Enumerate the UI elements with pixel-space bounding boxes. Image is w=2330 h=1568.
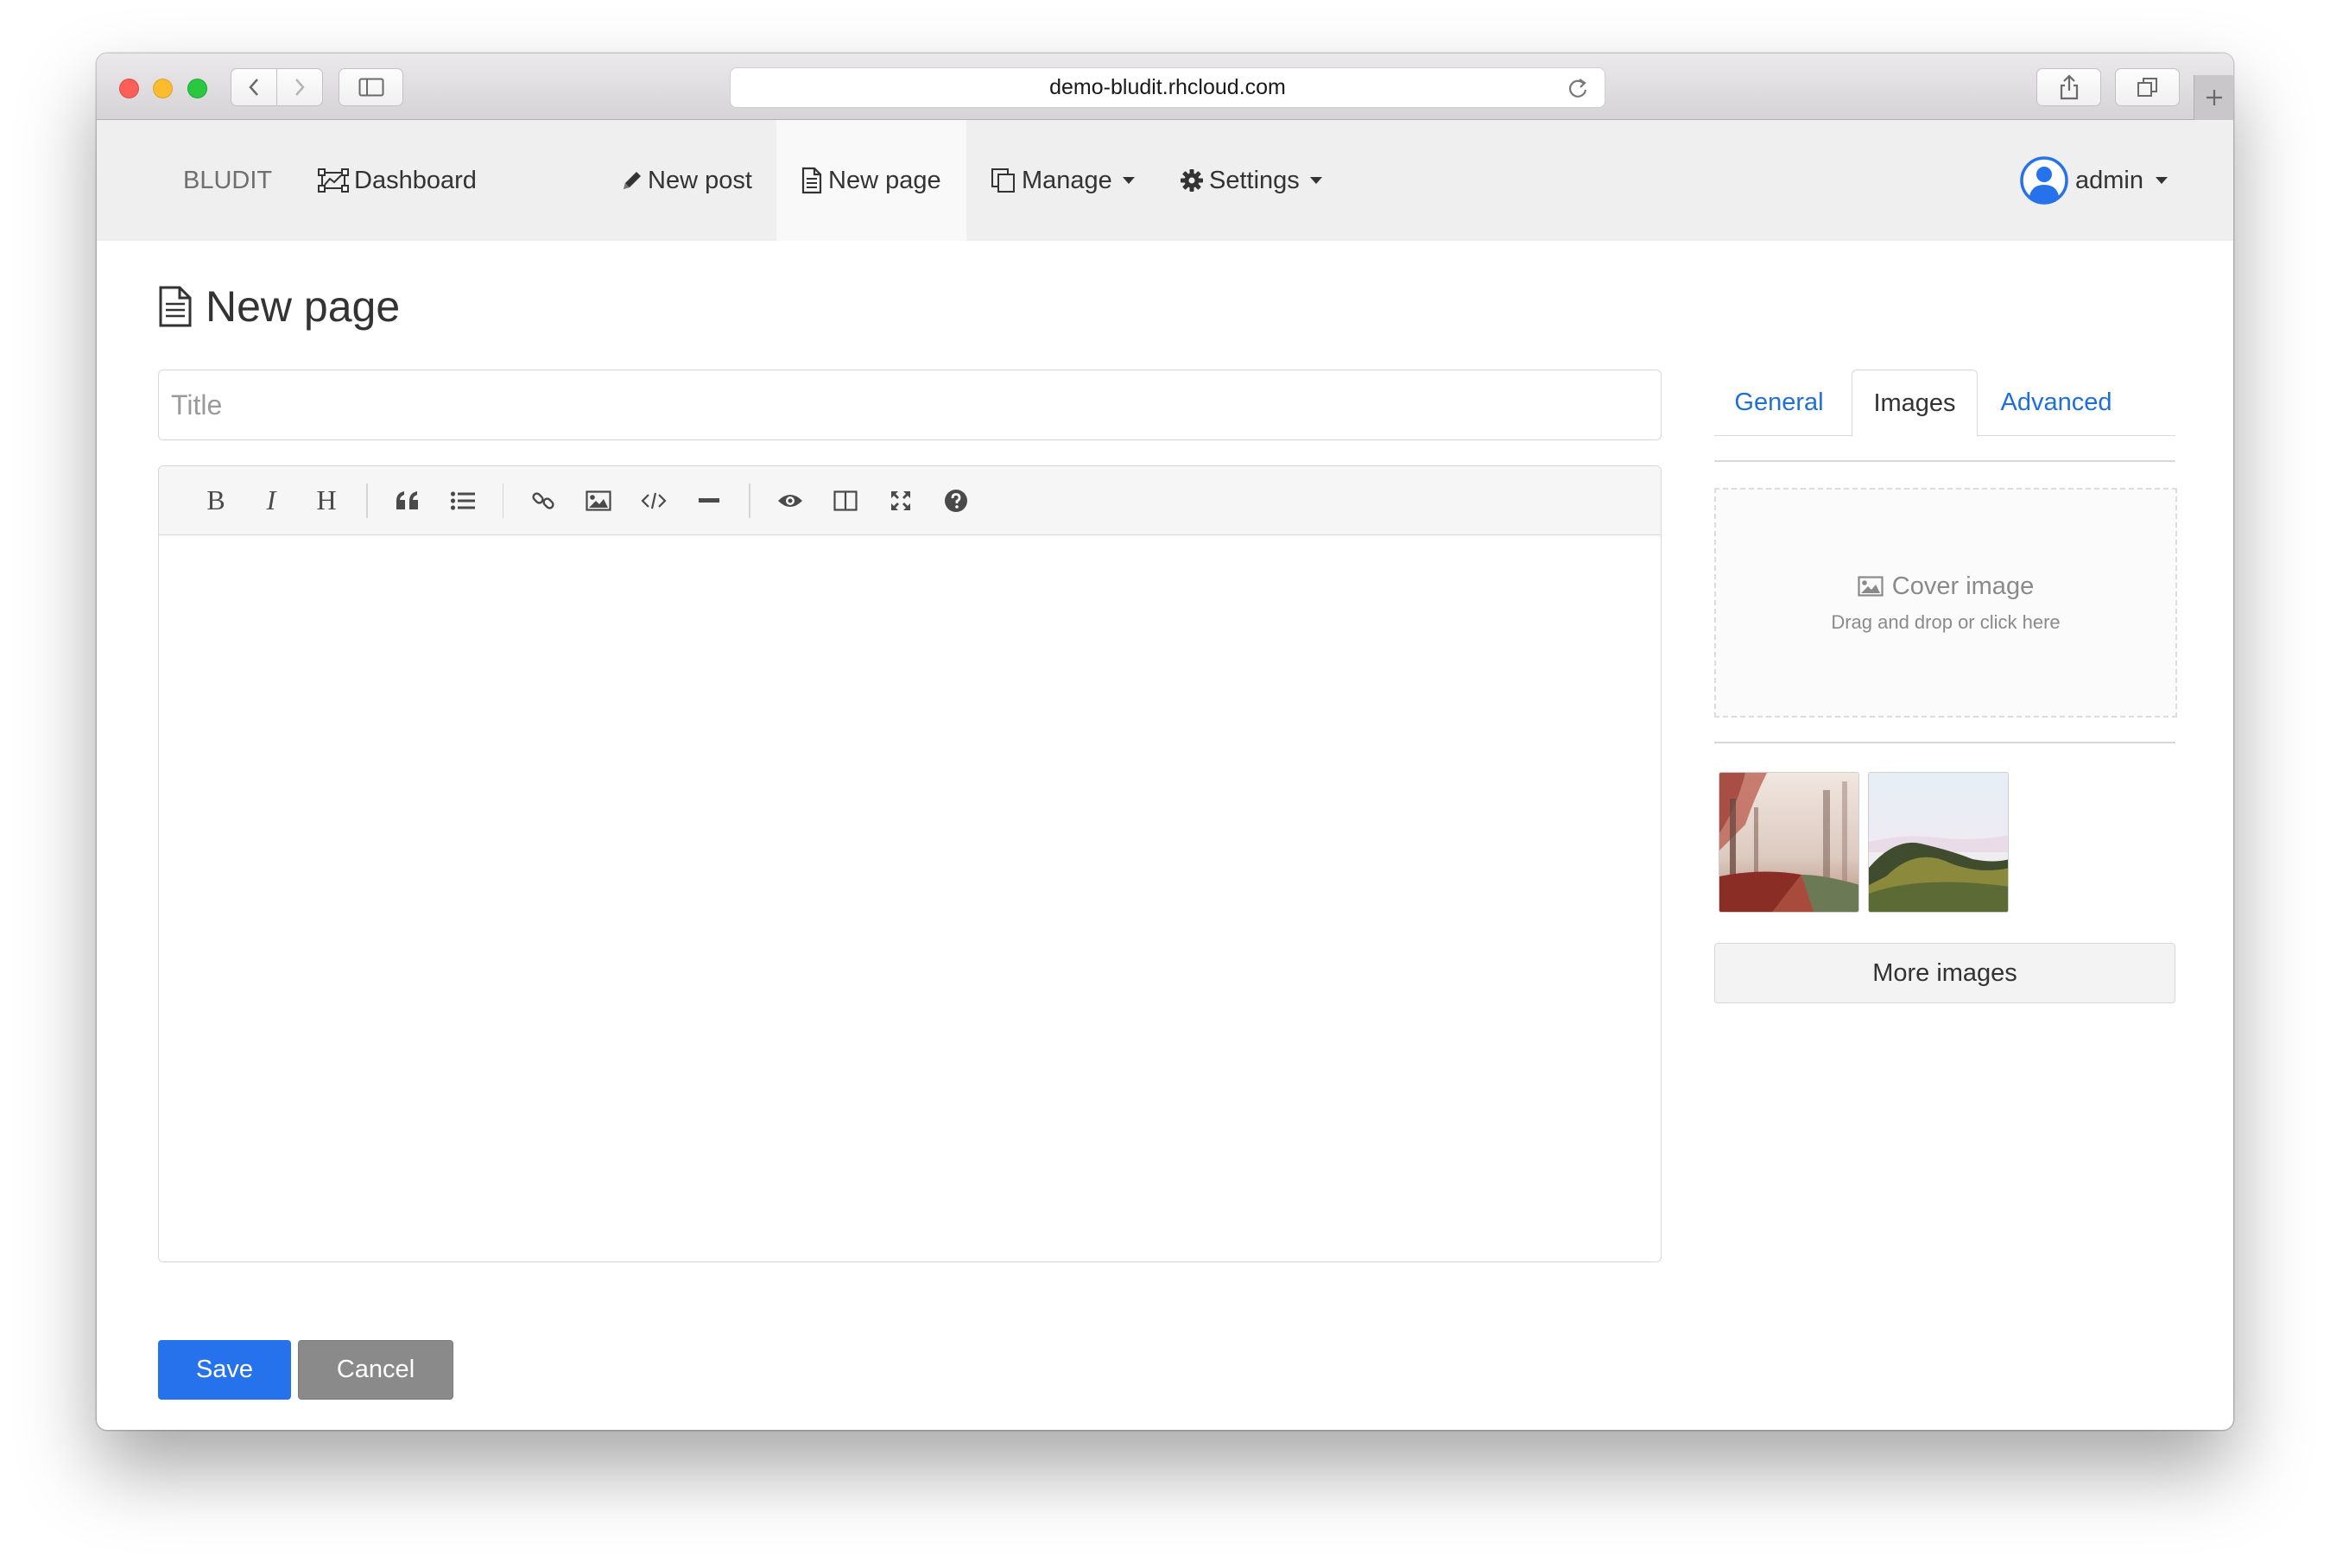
preview-icon [777, 494, 802, 507]
nav-new-page[interactable]: New page [776, 120, 966, 241]
file-icon [801, 167, 822, 194]
window-zoom-button[interactable] [187, 79, 207, 98]
bold-icon: B [206, 484, 225, 515]
nav-settings[interactable]: Settings [1156, 120, 1346, 241]
chevron-left-icon [249, 79, 258, 96]
sidebar-toggle-button[interactable] [339, 68, 403, 106]
tab-general[interactable]: General [1714, 370, 1844, 436]
pencil-icon [624, 172, 641, 189]
image-button[interactable] [571, 475, 626, 527]
file-icon [159, 286, 192, 327]
preview-button[interactable] [763, 475, 818, 527]
tab-advanced[interactable]: Advanced [1987, 370, 2125, 436]
toolbar-separator [502, 483, 503, 518]
hills-photo [1869, 773, 2008, 912]
toolbar-separator [366, 483, 368, 518]
divider [1714, 460, 2175, 462]
url-text: demo-bludit.rhcloud.com [1049, 75, 1286, 99]
quote-icon [396, 490, 418, 509]
tabs-icon [2137, 78, 2157, 97]
nav-manage-label: Manage [1022, 166, 1112, 194]
chevron-right-icon [295, 79, 305, 96]
sidebar-icon [358, 78, 383, 97]
toolbar-separator [749, 483, 750, 518]
page-title-text: New page [206, 282, 401, 331]
fullscreen-button[interactable] [873, 475, 928, 527]
title-input[interactable] [158, 370, 1662, 440]
link-button[interactable] [516, 475, 571, 527]
brand-logo[interactable]: BLUDIT [183, 120, 272, 241]
help-icon [944, 489, 967, 512]
plus-icon [2206, 90, 2222, 105]
image-thumbnail-hills[interactable] [1868, 772, 2009, 913]
window-close-button[interactable] [119, 79, 139, 98]
code-button[interactable] [626, 475, 681, 527]
heading-button[interactable]: H [299, 475, 354, 527]
share-icon [2060, 74, 2078, 100]
cancel-button[interactable]: Cancel [298, 1340, 453, 1400]
user-name: admin [2075, 166, 2143, 194]
list-button[interactable] [435, 475, 491, 527]
cover-image-label: Cover image [1891, 572, 2035, 600]
tab-images[interactable]: Images [1852, 370, 1978, 437]
tab-overview-button[interactable] [2115, 68, 2180, 106]
caret-down-icon [2156, 177, 2168, 184]
reload-icon[interactable] [1567, 76, 1589, 100]
sidebar-tabs: General Images Advanced [1714, 370, 2175, 437]
nav-dashboard-label: Dashboard [354, 166, 477, 194]
address-bar[interactable]: demo-bludit.rhcloud.com [730, 67, 1605, 108]
horizontal-rule-button[interactable] [681, 475, 737, 527]
nav-new-post-label: New post [648, 166, 752, 194]
browser-window: demo-bludit.rhcloud.com BLUDIT Dashboard [97, 54, 2233, 1430]
nav-new-page-label: New page [828, 166, 941, 194]
image-icon [586, 490, 611, 511]
divider [1714, 742, 2175, 743]
window-minimize-button[interactable] [153, 79, 173, 98]
side-by-side-button[interactable] [818, 475, 873, 527]
nav-dashboard[interactable]: Dashboard [294, 120, 501, 241]
copy-icon [991, 168, 1015, 193]
editor-toolbar: B I H [159, 466, 1661, 535]
link-icon [532, 491, 554, 509]
share-button[interactable] [2036, 68, 2101, 106]
forward-button[interactable] [276, 68, 323, 106]
bold-button[interactable]: B [188, 475, 244, 527]
fullscreen-icon [890, 490, 910, 510]
editor-content-area[interactable] [159, 535, 1661, 1261]
user-menu[interactable]: admin [2020, 120, 2168, 241]
caret-down-icon [1309, 177, 1322, 184]
more-images-button[interactable]: More images [1714, 943, 2175, 1003]
list-icon [450, 490, 475, 510]
italic-button[interactable]: I [244, 475, 299, 527]
side-by-side-icon [833, 490, 858, 511]
page-title: New page [157, 281, 400, 332]
back-button[interactable] [231, 68, 277, 106]
markdown-editor: B I H [158, 465, 1662, 1262]
italic-icon: I [266, 484, 276, 515]
horizontal-rule-icon [699, 497, 719, 503]
code-icon [641, 492, 667, 509]
dashboard-icon [318, 168, 349, 193]
image-icon [1858, 576, 1884, 597]
help-button[interactable] [928, 475, 984, 527]
browser-titlebar: demo-bludit.rhcloud.com [97, 54, 2233, 120]
caret-down-icon [1122, 177, 1135, 184]
nav-manage[interactable]: Manage [966, 120, 1159, 241]
cover-image-title: Cover image [1858, 572, 2034, 601]
user-avatar-icon [2020, 156, 2068, 205]
forest-photo [1719, 773, 1858, 912]
nav-settings-label: Settings [1209, 166, 1300, 194]
image-thumbnail-forest[interactable] [1719, 772, 1859, 913]
heading-icon: H [316, 484, 337, 515]
new-tab-button[interactable] [2194, 75, 2233, 120]
save-button[interactable]: Save [158, 1340, 291, 1400]
app-navbar: BLUDIT Dashboard New post New page Manag… [97, 120, 2233, 241]
gear-icon [1181, 169, 1203, 192]
cover-image-hint: Drag and drop or click here [1831, 610, 2061, 633]
quote-button[interactable] [380, 475, 435, 527]
cover-image-dropzone[interactable]: Cover image Drag and drop or click here [1714, 488, 2177, 718]
nav-new-post[interactable]: New post [596, 120, 776, 241]
